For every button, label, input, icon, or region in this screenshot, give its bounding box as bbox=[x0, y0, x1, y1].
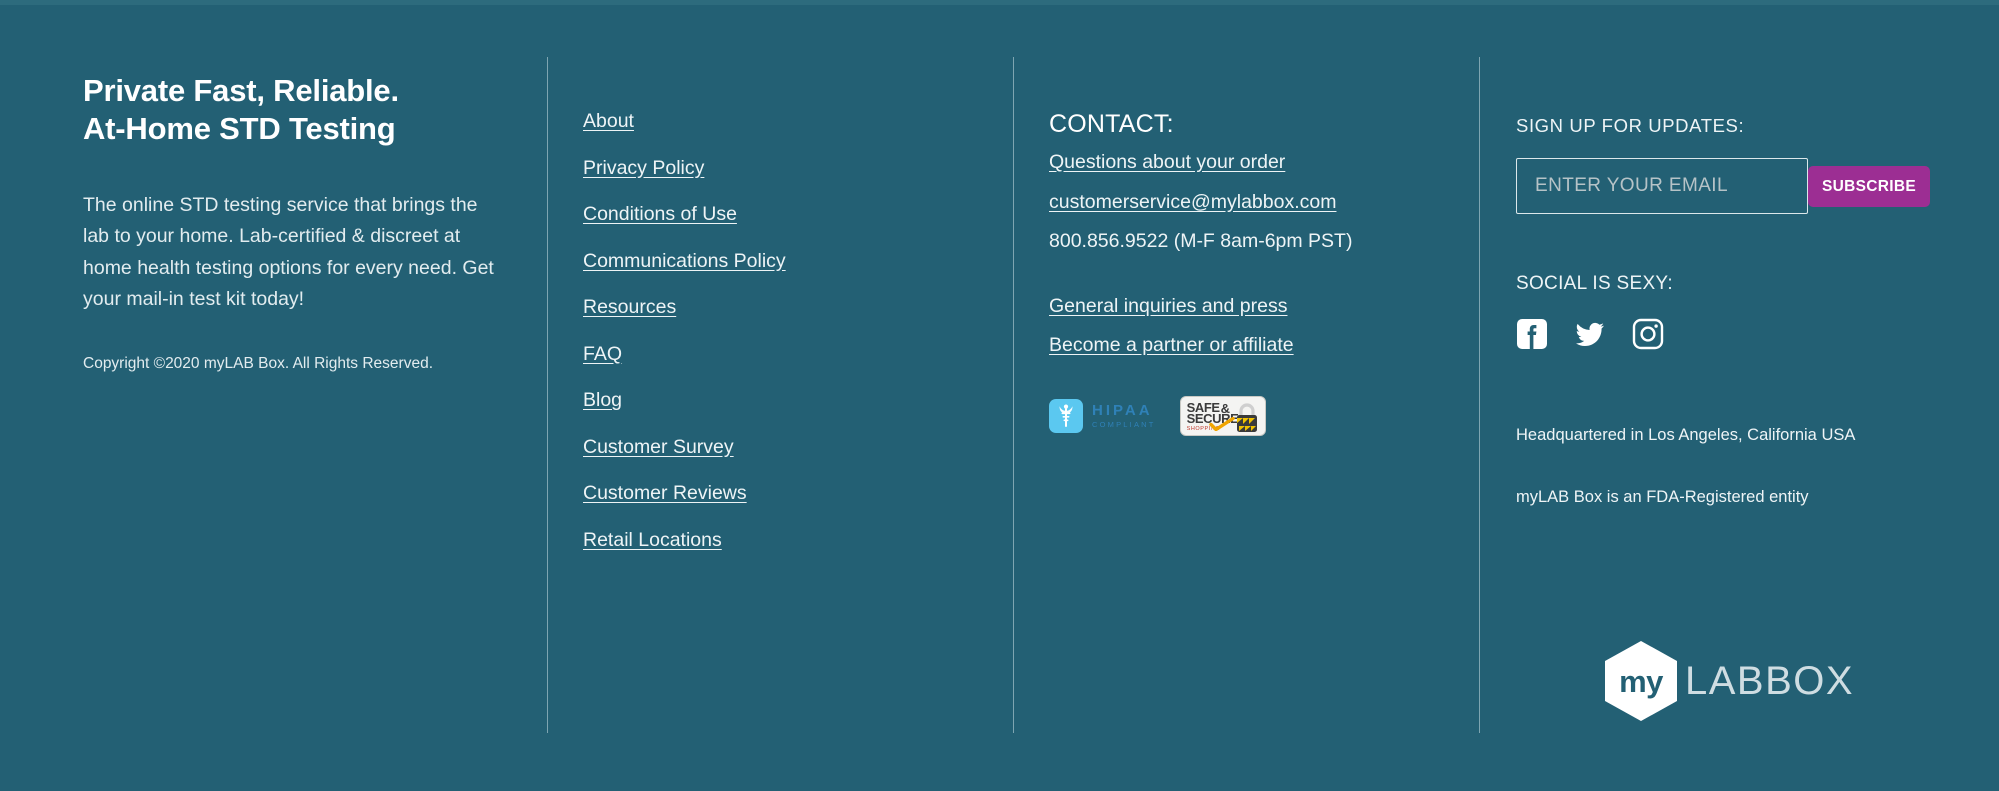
hipaa-badge-subtitle: COMPLIANT bbox=[1092, 419, 1156, 429]
logo-hex-text: my bbox=[1619, 664, 1663, 699]
column-divider-2 bbox=[1013, 57, 1014, 733]
footer-link-customer-reviews[interactable]: Customer Reviews bbox=[583, 483, 747, 504]
footer-link-privacy-policy[interactable]: Privacy Policy bbox=[583, 158, 704, 179]
social-heading: SOCIAL IS SEXY: bbox=[1516, 273, 1673, 294]
contact-link-become-partner[interactable]: Become a partner or affiliate bbox=[1049, 335, 1294, 356]
trust-badges: HIPAA COMPLIANT SAFE SECURE SHOPPING & bbox=[1049, 395, 1449, 436]
brand-logo[interactable]: my LABBOX bbox=[1603, 640, 1854, 722]
padlock-icon bbox=[1236, 402, 1257, 432]
signup-heading: SIGN UP FOR UPDATES: bbox=[1516, 115, 1745, 136]
contact-link-general-inquiries[interactable]: General inquiries and press bbox=[1049, 296, 1287, 317]
contact-phone: 800.856.9522 (M-F 8am-6pm PST) bbox=[1049, 230, 1353, 252]
about-heading-line-2: At-Home STD Testing bbox=[83, 110, 396, 146]
footer-link-faq[interactable]: FAQ bbox=[583, 344, 622, 365]
hipaa-badge-text: HIPAA COMPLIANT bbox=[1092, 403, 1156, 429]
instagram-icon[interactable] bbox=[1632, 318, 1664, 350]
headquarters-text: Headquartered in Los Angeles, California… bbox=[1516, 426, 1856, 444]
footer-link-about[interactable]: About bbox=[583, 111, 634, 132]
copyright-text: Copyright ©2020 myLAB Box. All Rights Re… bbox=[83, 354, 433, 372]
footer-link-resources[interactable]: Resources bbox=[583, 297, 676, 318]
contact-link-questions-about-order[interactable]: Questions about your order bbox=[1049, 152, 1285, 173]
social-icon-list bbox=[1516, 318, 1956, 350]
email-input[interactable] bbox=[1516, 158, 1808, 214]
facebook-icon[interactable] bbox=[1516, 318, 1548, 350]
safe-secure-ampersand: & bbox=[1220, 400, 1230, 416]
footer-link-blog[interactable]: Blog bbox=[583, 390, 622, 411]
subscribe-button[interactable]: SUBSCRIBE bbox=[1808, 166, 1930, 207]
footer-link-customer-survey[interactable]: Customer Survey bbox=[583, 437, 734, 458]
twitter-icon[interactable] bbox=[1574, 318, 1606, 350]
about-heading: Private Fast, Reliable. At-Home STD Test… bbox=[83, 72, 503, 148]
footer-links-column: About Privacy Policy Conditions of Use C… bbox=[583, 111, 963, 551]
contact-spacer bbox=[1049, 272, 1449, 297]
safe-secure-shopping-badge: SAFE SECURE SHOPPING & bbox=[1179, 395, 1266, 436]
logo-wordmark: LABBOX bbox=[1685, 658, 1855, 703]
caduceus-icon bbox=[1049, 398, 1083, 433]
contact-heading: CONTACT: bbox=[1049, 110, 1174, 138]
column-divider-1 bbox=[547, 57, 548, 733]
contact-column: CONTACT: Questions about your order cust… bbox=[1049, 110, 1449, 436]
footer-link-conditions-of-use[interactable]: Conditions of Use bbox=[583, 204, 737, 225]
checkmark-icon bbox=[1208, 416, 1235, 431]
footer-link-retail-locations[interactable]: Retail Locations bbox=[583, 530, 722, 551]
hipaa-badge-title: HIPAA bbox=[1092, 401, 1153, 419]
hipaa-compliant-badge: HIPAA COMPLIANT bbox=[1049, 398, 1156, 433]
about-description: The online STD testing service that brin… bbox=[83, 193, 494, 311]
about-column: Private Fast, Reliable. At-Home STD Test… bbox=[83, 72, 503, 375]
footer-top-strip bbox=[0, 0, 1999, 5]
newsletter-form: SUBSCRIBE bbox=[1516, 158, 1956, 214]
column-divider-3 bbox=[1479, 57, 1480, 733]
contact-email-link[interactable]: customerservice@mylabbox.com bbox=[1049, 192, 1336, 213]
about-heading-line-1: Private Fast, Reliable. bbox=[83, 73, 399, 108]
site-footer: Private Fast, Reliable. At-Home STD Test… bbox=[0, 0, 1999, 791]
hexagon-icon: my bbox=[1603, 640, 1679, 722]
signup-column: SIGN UP FOR UPDATES: SUBSCRIBE SOCIAL IS… bbox=[1516, 115, 1956, 510]
fda-registration-text: myLAB Box is an FDA-Registered entity bbox=[1516, 487, 1809, 506]
footer-link-communications-policy[interactable]: Communications Policy bbox=[583, 251, 786, 272]
